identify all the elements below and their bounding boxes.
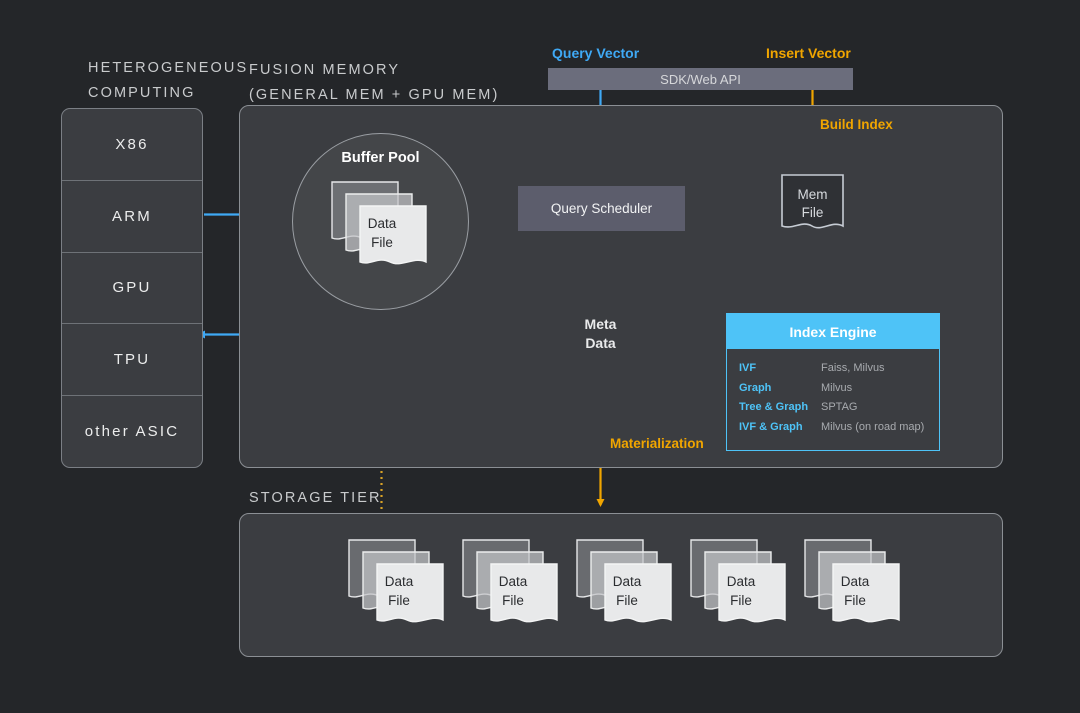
build-index-label: Build Index: [820, 117, 893, 132]
index-engine-card: Index Engine IVF Faiss, Milvus Graph Mil…: [726, 313, 940, 451]
index-impl-ivf-graph: Milvus (on road map): [821, 420, 925, 433]
storage-data-file-stack-3: Data File: [575, 538, 679, 626]
buffer-pool-title: Buffer Pool: [341, 150, 420, 166]
index-type-ivf-graph: IVF & Graph: [739, 420, 803, 433]
query-scheduler-label: Query Scheduler: [550, 201, 653, 216]
hetero-item-tpu[interactable]: TPU: [62, 324, 202, 397]
storage-data-file-label-4: Data File: [726, 574, 756, 608]
insert-vector-label: Insert Vector: [766, 45, 851, 61]
table-row: Graph Milvus: [727, 379, 939, 399]
storage-data-file-stack-5: Data File: [803, 538, 907, 626]
sdk-web-api-label: SDK/Web API: [660, 71, 741, 87]
caption-storage-tier: STORAGE TIER: [249, 490, 382, 506]
query-scheduler-box[interactable]: Query Scheduler: [518, 186, 685, 231]
storage-data-file-stack-2: Data File: [461, 538, 565, 626]
heterogeneous-computing-stack: X86 ARM GPU TPU other ASIC: [61, 108, 203, 468]
index-engine-table: IVF Faiss, Milvus Graph Milvus Tree & Gr…: [727, 349, 939, 437]
hetero-item-gpu[interactable]: GPU: [62, 253, 202, 325]
meta-data-label: Meta Data: [584, 316, 617, 351]
mem-file-label: Mem File: [797, 187, 828, 220]
index-impl-graph: Milvus: [821, 381, 853, 394]
caption-heterogeneous-computing: HETEROGENEOUS COMPUTING: [88, 60, 249, 101]
index-engine-title: Index Engine: [789, 323, 877, 340]
index-engine-header: Index Engine: [727, 314, 939, 349]
storage-data-file-label-1: Data File: [384, 574, 414, 608]
table-row: IVF & Graph Milvus (on road map): [727, 418, 939, 438]
hetero-item-arm[interactable]: ARM: [62, 181, 202, 253]
storage-data-file-label-3: Data File: [612, 574, 642, 608]
buffer-pool-data-file-label: Data File: [367, 216, 397, 250]
storage-data-file-label-2: Data File: [498, 574, 528, 608]
caption-fusion-memory: FUSION MEMORY (GENERAL MEM + GPU MEM): [249, 62, 500, 103]
sdk-web-api-bar[interactable]: SDK/Web API: [548, 68, 853, 90]
index-type-graph: Graph: [739, 381, 772, 394]
storage-data-file-stack-1: Data File: [347, 538, 451, 626]
index-impl-tree-graph: SPTAG: [821, 401, 858, 413]
storage-data-file-stack-4: Data File: [689, 538, 793, 626]
table-row: IVF Faiss, Milvus: [727, 359, 939, 379]
diagram-canvas: HETEROGENEOUS COMPUTING FUSION MEMORY (G…: [0, 0, 1080, 713]
storage-data-file-label-5: Data File: [840, 574, 870, 608]
table-row: Tree & Graph SPTAG: [727, 398, 939, 418]
index-type-ivf: IVF: [739, 362, 757, 374]
index-type-tree-graph: Tree & Graph: [739, 401, 809, 413]
materialization-label: Materialization: [610, 436, 704, 451]
hetero-item-x86[interactable]: X86: [62, 109, 202, 181]
hetero-item-other-asic[interactable]: other ASIC: [62, 396, 202, 467]
buffer-pool-data-file-stack: Data File: [330, 180, 434, 268]
query-vector-label: Query Vector: [552, 45, 640, 61]
index-impl-ivf: Faiss, Milvus: [821, 362, 885, 374]
